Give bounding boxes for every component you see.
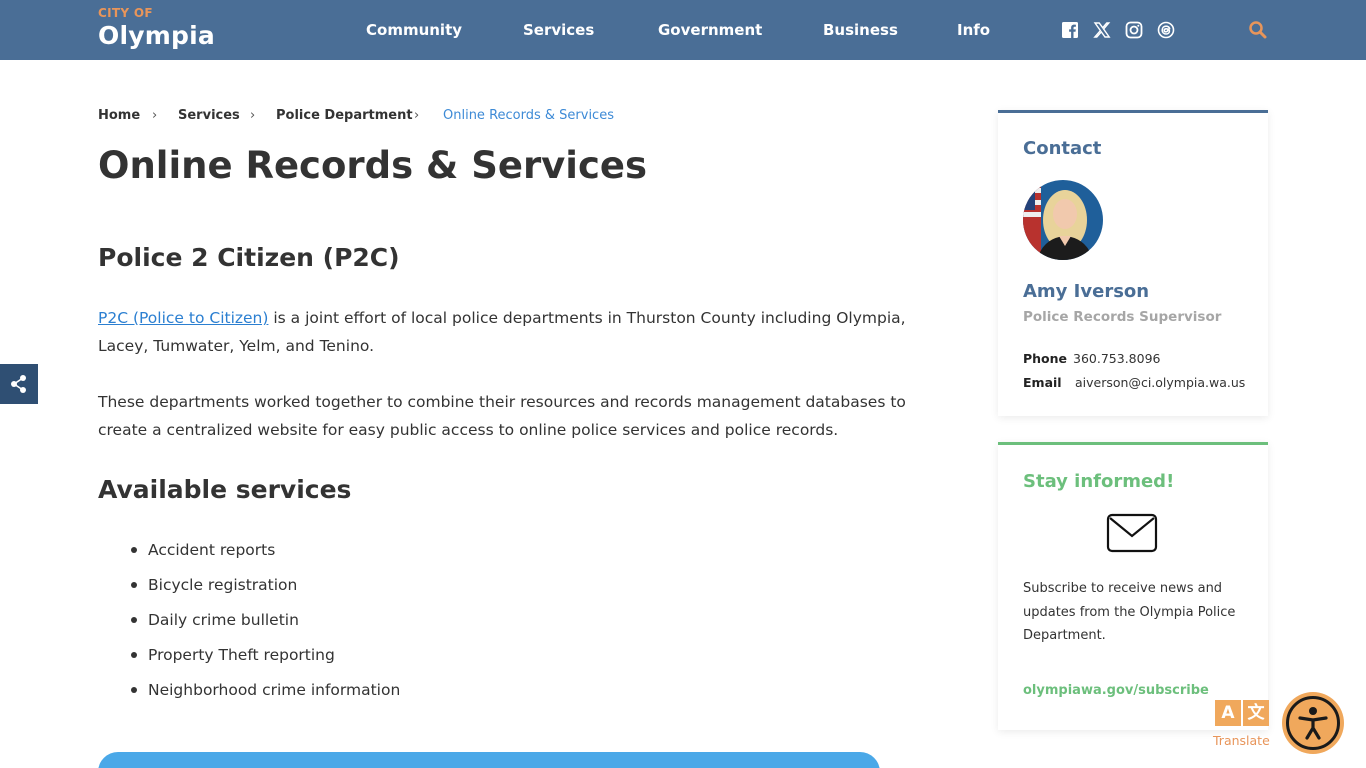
accessibility-icon <box>1298 707 1328 740</box>
logo-olympia: Olympia <box>98 21 215 50</box>
list-item: Daily crime bulletin <box>130 610 400 645</box>
breadcrumb-current: Online Records & Services <box>443 108 614 123</box>
breadcrumb-police-department[interactable]: Police Department <box>276 108 413 123</box>
page-title: Online Records & Services <box>98 144 648 187</box>
list-item: Accident reports <box>130 540 400 575</box>
contact-role: Police Records Supervisor <box>1023 309 1222 325</box>
subscribe-link[interactable]: olympiawa.gov/subscribe <box>1023 683 1209 698</box>
nav-government[interactable]: Government <box>658 21 762 39</box>
contact-card: Contact Amy Iverson Police Records Super… <box>998 110 1268 416</box>
p2c-cta-button[interactable] <box>98 752 880 768</box>
translate-a-icon: A <box>1215 700 1241 726</box>
threads-icon[interactable] <box>1157 21 1175 39</box>
contact-name: Amy Iverson <box>1023 281 1150 302</box>
section-heading-p2c: Police 2 Citizen (P2C) <box>98 243 400 272</box>
departments-paragraph: These departments worked together to com… <box>98 393 906 439</box>
email-label: Email <box>1023 375 1062 390</box>
stay-informed-heading: Stay informed! <box>1023 471 1175 492</box>
breadcrumb-separator: › <box>250 108 256 123</box>
envelope-icon <box>1106 513 1158 553</box>
list-item: Bicycle registration <box>130 575 400 610</box>
phone-number[interactable]: 360.753.8096 <box>1073 351 1160 366</box>
site-header: CITY OF Olympia Community Services Gover… <box>0 0 1366 60</box>
nav-community[interactable]: Community <box>366 21 462 39</box>
list-item: Property Theft reporting <box>130 645 400 680</box>
share-icon <box>11 375 26 393</box>
x-icon[interactable] <box>1093 21 1111 39</box>
nav-business[interactable]: Business <box>823 21 898 39</box>
translate-button[interactable]: A 文 Translate <box>1213 700 1271 752</box>
phone-label: Phone <box>1023 351 1068 366</box>
breadcrumb-separator: › <box>152 108 158 123</box>
services-list: Accident reports Bicycle registration Da… <box>130 540 400 715</box>
share-button[interactable] <box>0 364 38 404</box>
stay-informed-card: Stay informed! Subscribe to receive news… <box>998 442 1268 730</box>
accessibility-ring <box>1286 696 1340 750</box>
contact-heading: Contact <box>1023 138 1102 159</box>
p2c-link[interactable]: P2C (Police to Citizen) <box>98 309 268 327</box>
nav-services[interactable]: Services <box>523 21 594 39</box>
email-address[interactable]: aiverson@ci.olympia.wa.us <box>1075 375 1245 390</box>
translate-char-icon: 文 <box>1243 700 1269 726</box>
section-heading-available-services: Available services <box>98 475 352 504</box>
subscribe-text: Subscribe to receive news and updates fr… <box>1023 581 1236 643</box>
city-logo[interactable]: CITY OF Olympia <box>98 6 218 54</box>
facebook-icon[interactable] <box>1061 21 1079 39</box>
avatar <box>1023 180 1103 260</box>
breadcrumb-home[interactable]: Home <box>98 108 140 123</box>
nav-info[interactable]: Info <box>957 21 990 39</box>
logo-city-of: CITY OF <box>98 6 153 20</box>
p2c-intro-paragraph: P2C (Police to Citizen) is a joint effor… <box>98 304 948 360</box>
list-item: Neighborhood crime information <box>130 680 400 715</box>
search-icon[interactable] <box>1248 20 1268 40</box>
translate-label: Translate <box>1213 733 1270 748</box>
accessibility-button[interactable] <box>1282 692 1344 754</box>
instagram-icon[interactable] <box>1125 21 1143 39</box>
breadcrumb-separator: › <box>414 108 420 123</box>
breadcrumb-services[interactable]: Services <box>178 108 240 123</box>
